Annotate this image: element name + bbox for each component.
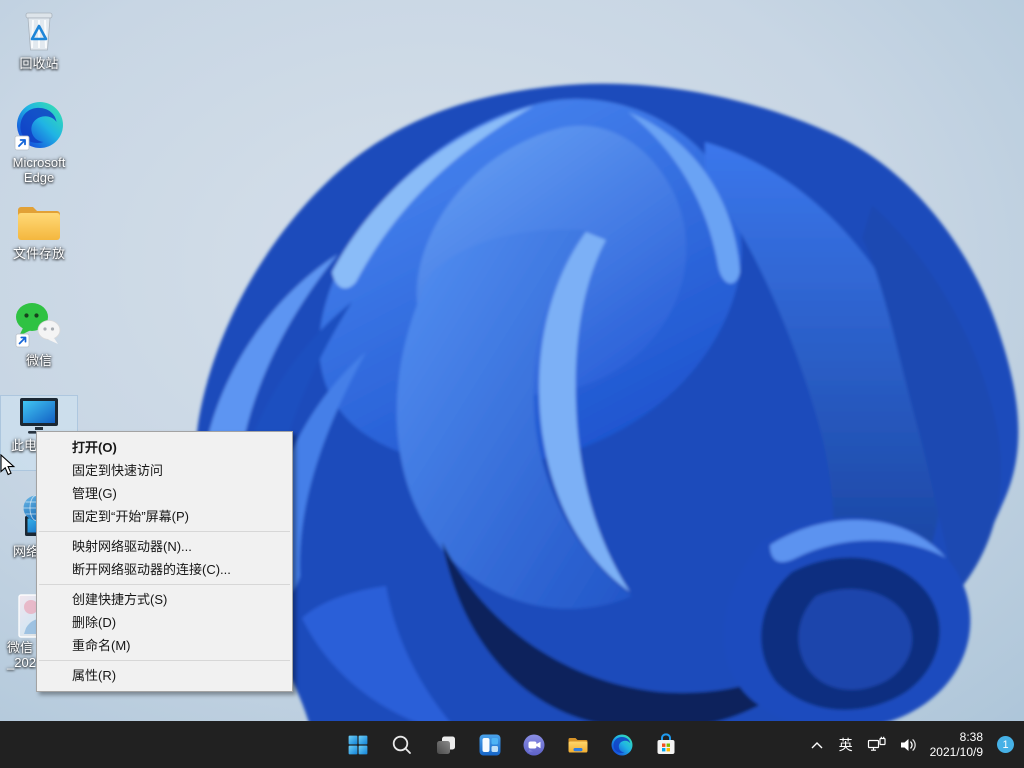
speaker-icon [899, 737, 918, 753]
taskbar-center-group [336, 721, 688, 768]
menu-separator [39, 584, 290, 585]
icon-label: Microsoft Edge [1, 155, 77, 185]
menu-item-map-network-drive[interactable]: 映射网络驱动器(N)... [37, 535, 292, 558]
volume-button[interactable] [893, 725, 924, 765]
chat-icon [522, 733, 546, 757]
chevron-up-icon [809, 739, 825, 751]
menu-item-properties[interactable]: 属性(R) [37, 664, 292, 687]
widgets-button[interactable] [468, 721, 512, 768]
edge-icon [610, 733, 634, 757]
recycle-bin-icon [19, 6, 59, 54]
store-button[interactable] [644, 721, 688, 768]
desktop-icon-microsoft-edge[interactable]: Microsoft Edge [1, 99, 77, 185]
wechat-icon [13, 301, 65, 351]
context-menu: 打开(O) 固定到快速访问 管理(G) 固定到“开始”屏幕(P) 映射网络驱动器… [36, 431, 293, 692]
notification-badge[interactable]: 1 [997, 736, 1014, 753]
microsoft-store-icon [654, 733, 678, 757]
edge-taskbar-button[interactable] [600, 721, 644, 768]
chat-button[interactable] [512, 721, 556, 768]
ethernet-network-icon [867, 736, 887, 753]
edge-icon [12, 99, 66, 153]
tray-date: 2021/10/9 [930, 745, 983, 760]
network-tray-button[interactable] [861, 725, 893, 765]
menu-item-disconnect-network-drive[interactable]: 断开网络驱动器的连接(C)... [37, 558, 292, 581]
folder-icon [15, 202, 63, 244]
clock[interactable]: 8:38 2021/10/9 [924, 730, 989, 760]
desktop-icon-wechat[interactable]: 微信 [1, 301, 77, 368]
file-explorer-icon [566, 733, 590, 757]
start-button[interactable] [336, 721, 380, 768]
taskbar: 英 8:38 2021/10/9 1 [0, 721, 1024, 768]
menu-item-delete[interactable]: 删除(D) [37, 611, 292, 634]
menu-item-manage[interactable]: 管理(G) [37, 482, 292, 505]
file-explorer-button[interactable] [556, 721, 600, 768]
menu-item-pin-to-quick-access[interactable]: 固定到快速访问 [37, 459, 292, 482]
windows-start-icon [346, 733, 370, 757]
desktop-icon-recycle-bin[interactable]: 回收站 [1, 6, 77, 71]
tray-time: 8:38 [930, 730, 983, 745]
menu-item-open[interactable]: 打开(O) [37, 436, 292, 459]
task-view-button[interactable] [424, 721, 468, 768]
icon-label: 文件存放 [1, 246, 77, 261]
task-view-icon [434, 733, 458, 757]
menu-separator [39, 660, 290, 661]
menu-item-rename[interactable]: 重命名(M) [37, 634, 292, 657]
system-tray: 英 8:38 2021/10/9 1 [803, 721, 1018, 768]
icon-label: 微信 [1, 353, 77, 368]
mouse-cursor [0, 454, 20, 478]
desktop: 回收站 Microsoft Edge 文件存放 [0, 0, 1024, 768]
tray-chevron-button[interactable] [803, 725, 831, 765]
menu-separator [39, 531, 290, 532]
desktop-icon-file-folder[interactable]: 文件存放 [1, 202, 77, 261]
ime-indicator[interactable]: 英 [831, 725, 861, 765]
icon-label: 回收站 [1, 56, 77, 71]
search-icon [390, 733, 414, 757]
search-button[interactable] [380, 721, 424, 768]
this-pc-icon [15, 396, 63, 436]
widgets-icon [478, 733, 502, 757]
menu-item-pin-to-start[interactable]: 固定到“开始”屏幕(P) [37, 505, 292, 528]
menu-item-create-shortcut[interactable]: 创建快捷方式(S) [37, 588, 292, 611]
